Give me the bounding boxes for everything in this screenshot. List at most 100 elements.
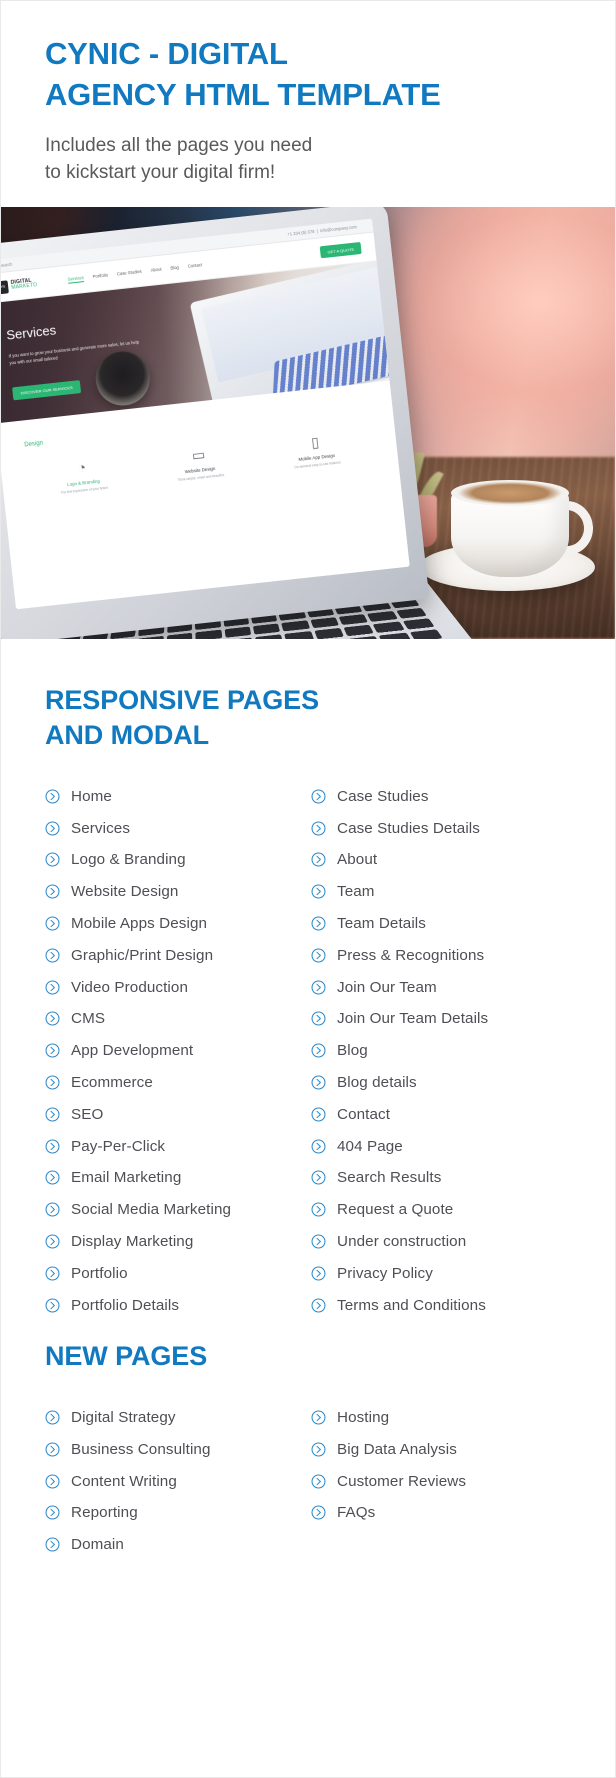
responsive-page-item[interactable]: 404 Page xyxy=(311,1130,571,1162)
responsive-page-item-label: Portfolio xyxy=(71,1264,128,1282)
preview-nav-about[interactable]: About xyxy=(150,266,162,274)
new-page-item-label: FAQs xyxy=(337,1504,376,1522)
responsive-page-item[interactable]: Pay-Per-Click xyxy=(45,1130,305,1162)
responsive-page-item[interactable]: Terms and Conditions xyxy=(311,1289,571,1321)
responsive-page-item[interactable]: Blog xyxy=(311,1035,571,1067)
responsive-page-item[interactable]: Email Marketing xyxy=(45,1162,305,1194)
new-page-item[interactable]: Reporting xyxy=(45,1497,305,1529)
circle-chevron-right-icon xyxy=(311,821,326,836)
preview-hero-cup xyxy=(93,349,153,409)
responsive-page-item[interactable]: Join Our Team Details xyxy=(311,1003,571,1035)
circle-chevron-right-icon xyxy=(311,980,326,995)
responsive-page-item[interactable]: CMS xyxy=(45,1003,305,1035)
responsive-page-item[interactable]: Case Studies Details xyxy=(311,812,571,844)
circle-chevron-right-icon xyxy=(311,1170,326,1185)
responsive-page-item[interactable]: Ecommerce xyxy=(45,1067,305,1099)
responsive-page-item[interactable]: Graphic/Print Design xyxy=(45,939,305,971)
preview-logo[interactable]: CYN DIGITAL MARKETO xyxy=(1,277,38,295)
new-pages-columns: Digital Strategy Business Consulting Conte… xyxy=(45,1402,571,1561)
new-page-item[interactable]: Big Data Analysis xyxy=(311,1433,571,1465)
preview-services-section: Design ◔ Logo & Branding The first impre… xyxy=(1,381,410,610)
circle-chevron-right-icon xyxy=(45,1266,60,1281)
responsive-page-item[interactable]: Logo & Branding xyxy=(45,844,305,876)
circle-chevron-right-icon xyxy=(45,948,60,963)
responsive-page-item-label: Mobile Apps Design xyxy=(71,915,208,933)
new-page-item[interactable]: Content Writing xyxy=(45,1465,305,1497)
responsive-page-item-label: Logo & Branding xyxy=(71,851,186,869)
responsive-page-item[interactable]: Blog details xyxy=(311,1067,571,1099)
new-pages-right-column: Hosting Big Data Analysis Customer Reviews… xyxy=(311,1402,571,1561)
responsive-page-item[interactable]: Press & Recognitions xyxy=(311,939,571,971)
circle-chevron-right-icon xyxy=(45,1474,60,1489)
responsive-page-item[interactable]: Contact xyxy=(311,1098,571,1130)
preview-service-card[interactable]: ▯ Mobile App Design On-demand easy-to-us… xyxy=(280,432,353,472)
responsive-page-item-label: Case Studies Details xyxy=(337,819,480,837)
preview-nav-services[interactable]: Services xyxy=(67,274,85,284)
responsive-page-item[interactable]: Team xyxy=(311,876,571,908)
circle-chevron-right-icon xyxy=(311,1011,326,1026)
responsive-page-item-label: Email Marketing xyxy=(71,1169,182,1187)
responsive-page-item[interactable]: Privacy Policy xyxy=(311,1257,571,1289)
responsive-page-item-label: Search Results xyxy=(337,1169,442,1187)
preview-logo-text: DIGITAL MARKETO xyxy=(10,278,38,291)
responsive-page-item[interactable]: SEO xyxy=(45,1098,305,1130)
responsive-pages-left-column: Home Services Logo & Branding Website Desig… xyxy=(45,780,311,1321)
preview-service-card[interactable]: ▭ Website Design Think simple, smart and… xyxy=(163,444,236,484)
responsive-page-item[interactable]: Search Results xyxy=(311,1162,571,1194)
responsive-pages-heading-line-2: AND MODAL xyxy=(45,719,210,750)
hero-photo: ⚲ Search +1 234 (5) 678 | info@company.c… xyxy=(1,207,615,640)
responsive-page-item[interactable]: Team Details xyxy=(311,908,571,940)
new-pages-heading: NEW PAGES xyxy=(45,1339,571,1374)
responsive-page-item-label: CMS xyxy=(71,1010,106,1028)
responsive-page-item[interactable]: Social Media Marketing xyxy=(45,1194,305,1226)
new-page-item[interactable]: FAQs xyxy=(311,1497,571,1529)
responsive-page-item[interactable]: Mobile Apps Design xyxy=(45,908,305,940)
responsive-page-item[interactable]: App Development xyxy=(45,1035,305,1067)
new-page-item[interactable]: Digital Strategy xyxy=(45,1402,305,1434)
preview-nav-blog[interactable]: Blog xyxy=(170,265,179,273)
mobile-icon: ▯ xyxy=(310,434,320,451)
preview-nav-portfolio[interactable]: Portfolio xyxy=(92,272,108,281)
new-page-item[interactable]: Hosting xyxy=(311,1402,571,1434)
preview-discover-services-button[interactable]: DISCOVER OUR SERVICES xyxy=(12,380,82,401)
new-page-item[interactable]: Business Consulting xyxy=(45,1433,305,1465)
responsive-page-item-label: Ecommerce xyxy=(71,1074,153,1092)
responsive-page-item[interactable]: Portfolio xyxy=(45,1257,305,1289)
circle-chevron-right-icon xyxy=(45,1410,60,1425)
responsive-page-item[interactable]: Website Design xyxy=(45,876,305,908)
preview-nav-case-studies[interactable]: Case Studies xyxy=(117,269,143,279)
responsive-page-item-label: Team xyxy=(337,883,375,901)
responsive-page-item[interactable]: Portfolio Details xyxy=(45,1289,305,1321)
responsive-page-item[interactable]: Join Our Team xyxy=(311,971,571,1003)
responsive-page-item-label: Contact xyxy=(337,1105,391,1123)
preview-nav-links: Services Portfolio Case Studies About Bl… xyxy=(67,262,202,284)
preview-service-card[interactable]: ◔ Logo & Branding The first impression o… xyxy=(46,457,119,497)
responsive-page-item[interactable]: Display Marketing xyxy=(45,1226,305,1258)
circle-chevron-right-icon xyxy=(45,1234,60,1249)
responsive-page-item-label: Team Details xyxy=(337,915,426,933)
circle-chevron-right-icon xyxy=(45,1107,60,1122)
responsive-page-item[interactable]: Case Studies xyxy=(311,780,571,812)
circle-chevron-right-icon xyxy=(45,1202,60,1217)
responsive-page-item[interactable]: Home xyxy=(45,780,305,812)
preview-phone: +1 234 (5) 678 xyxy=(287,229,315,238)
responsive-page-item-label: Case Studies xyxy=(337,787,429,805)
page-title: CYNIC - DIGITAL AGENCY HTML TEMPLATE xyxy=(45,33,571,115)
new-page-item[interactable]: Customer Reviews xyxy=(311,1465,571,1497)
responsive-page-item[interactable]: Request a Quote xyxy=(311,1194,571,1226)
preview-search-field[interactable]: ⚲ Search xyxy=(1,262,13,269)
responsive-page-item-label: Video Production xyxy=(71,978,188,996)
responsive-page-item-label: Blog details xyxy=(337,1074,417,1092)
new-page-item[interactable]: Domain xyxy=(45,1529,305,1561)
circle-chevron-right-icon xyxy=(45,1537,60,1552)
responsive-page-item[interactable]: Under construction xyxy=(311,1226,571,1258)
responsive-page-item[interactable]: Video Production xyxy=(45,971,305,1003)
circle-chevron-right-icon xyxy=(311,789,326,804)
new-page-item-label: Digital Strategy xyxy=(71,1408,176,1426)
circle-chevron-right-icon xyxy=(311,1266,326,1281)
responsive-page-item[interactable]: About xyxy=(311,844,571,876)
responsive-page-item[interactable]: Services xyxy=(45,812,305,844)
preview-get-a-quote-button[interactable]: GET A QUOTE xyxy=(319,242,362,259)
preview-nav-contact[interactable]: Contact xyxy=(187,262,202,271)
preview-website: ⚲ Search +1 234 (5) 678 | info@company.c… xyxy=(1,218,410,610)
